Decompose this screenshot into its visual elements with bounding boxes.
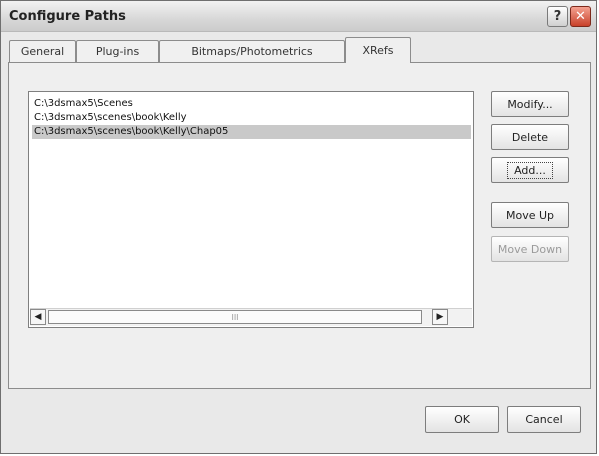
delete-button[interactable]: Delete: [491, 124, 569, 150]
cancel-button[interactable]: Cancel: [507, 406, 581, 433]
close-icon: ✕: [575, 9, 586, 24]
tab-xrefs[interactable]: XRefs: [345, 37, 411, 63]
dialog-title: Configure Paths: [9, 9, 126, 24]
scroll-right-button[interactable]: ▶: [432, 309, 448, 325]
grip-icon: III: [231, 312, 239, 322]
tab-plug-ins[interactable]: Plug-ins: [76, 40, 159, 62]
tab-general[interactable]: General: [9, 40, 76, 62]
list-item[interactable]: C:\3dsmax5\scenes\book\Kelly: [32, 111, 471, 125]
configure-paths-dialog: Configure Paths ? ✕ General Plug-ins Bit…: [0, 0, 597, 454]
horizontal-scrollbar[interactable]: ◀ III ▶: [30, 308, 472, 326]
help-button[interactable]: ?: [547, 6, 568, 27]
close-button[interactable]: ✕: [570, 6, 591, 27]
arrow-left-icon: ◀: [34, 312, 42, 322]
scroll-left-button[interactable]: ◀: [30, 309, 46, 325]
move-down-button[interactable]: Move Down: [491, 236, 569, 262]
add-button[interactable]: Add...: [491, 157, 569, 183]
move-up-button[interactable]: Move Up: [491, 202, 569, 228]
question-icon: ?: [553, 9, 562, 24]
ok-button[interactable]: OK: [425, 406, 499, 433]
paths-listbox[interactable]: C:\3dsmax5\Scenes C:\3dsmax5\scenes\book…: [28, 91, 474, 328]
xrefs-panel: C:\3dsmax5\Scenes C:\3dsmax5\scenes\book…: [8, 62, 591, 389]
title-bar: Configure Paths ? ✕: [1, 1, 596, 32]
scroll-thumb[interactable]: III: [48, 310, 422, 324]
modify-button[interactable]: Modify...: [491, 91, 569, 117]
arrow-right-icon: ▶: [436, 312, 444, 322]
list-item[interactable]: C:\3dsmax5\Scenes: [32, 97, 471, 111]
tab-bitmaps-photometrics[interactable]: Bitmaps/Photometrics: [159, 40, 345, 62]
list-item[interactable]: C:\3dsmax5\scenes\book\Kelly\Chap05: [32, 125, 471, 139]
